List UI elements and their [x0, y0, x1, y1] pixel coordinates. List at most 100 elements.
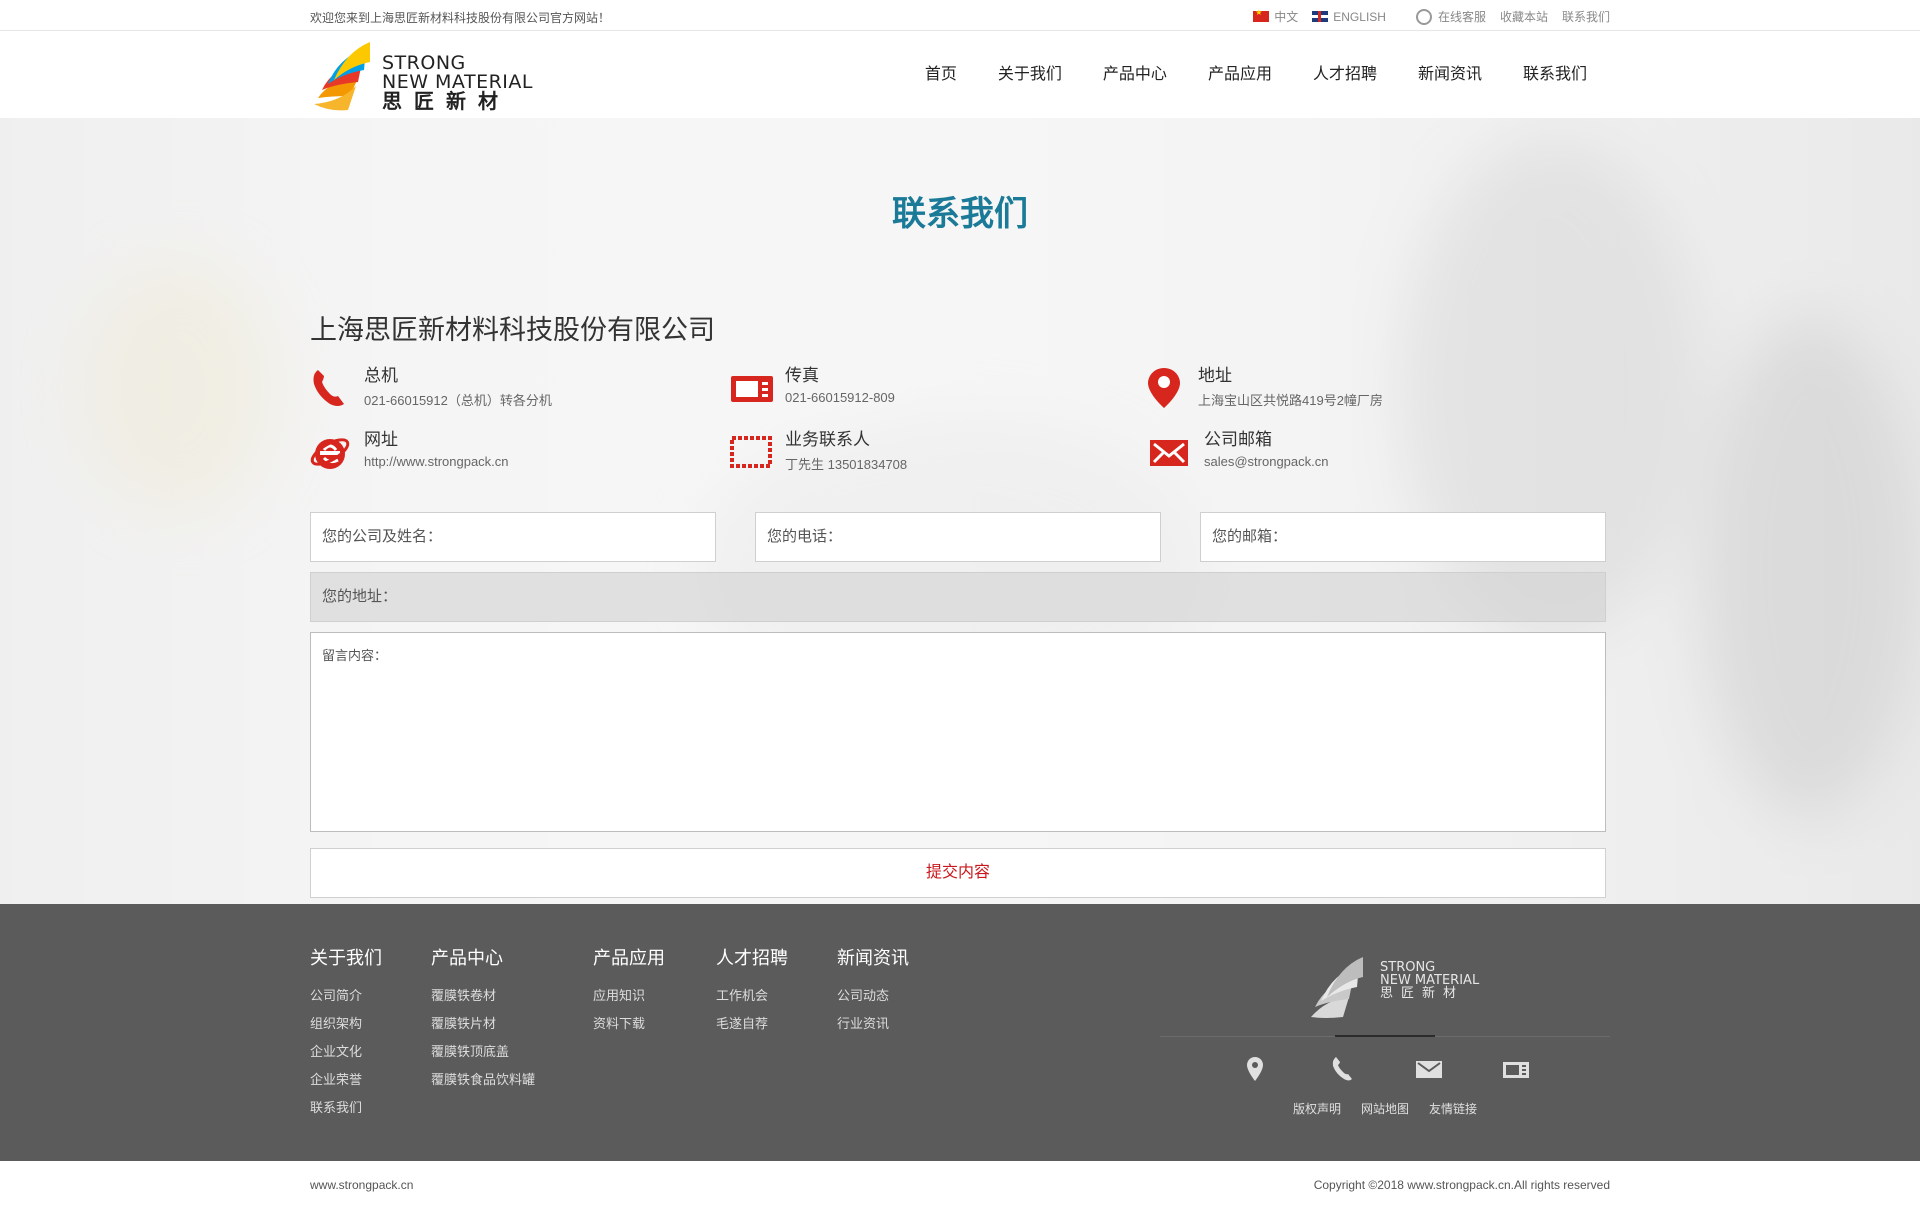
- company-name: 上海思匠新材料科技股份有限公司: [310, 315, 715, 345]
- footer-logo: STRONG NEW MATERIAL 思匠新材: [1305, 949, 1485, 1029]
- envelope-icon: [1150, 440, 1188, 466]
- phone-label: 总机: [364, 366, 398, 385]
- location-pin-icon[interactable]: [1240, 1054, 1270, 1084]
- nav-contact[interactable]: 联系我们: [1523, 60, 1587, 84]
- footer-col-title[interactable]: 新闻资讯: [837, 944, 909, 970]
- browser-e-icon: [310, 438, 350, 469]
- footer-link[interactable]: 行业资讯: [837, 1010, 909, 1038]
- bookmark-link[interactable]: 收藏本站: [1500, 8, 1548, 25]
- nav-home[interactable]: 首页: [925, 60, 957, 84]
- china-flag-icon: [1253, 8, 1270, 22]
- contact-person-value: 丁先生 13501834708: [785, 457, 908, 472]
- logo-book-icon: [314, 42, 370, 111]
- nav-about[interactable]: 关于我们: [998, 60, 1062, 84]
- bottom-bar: www.strongpack.cn Copyright ©2018 www.st…: [0, 1161, 1920, 1211]
- info-address: 地址 上海宝山区共悦路419号2幢厂房: [1142, 366, 1383, 410]
- footer-bottom-links: 版权声明 网站地图 友情链接: [1293, 1100, 1497, 1117]
- fax-icon[interactable]: [1501, 1054, 1531, 1084]
- nav-news[interactable]: 新闻资讯: [1418, 60, 1482, 84]
- top-bar: 欢迎您来到上海思匠新材料科技股份有限公司官方网站！ 中文 ENGLISH 在线客…: [0, 0, 1920, 31]
- info-contact-person: 业务联系人丁先生 13501834708: [729, 430, 907, 474]
- footer-logo-text: STRONG NEW MATERIAL 思匠新材: [1380, 961, 1479, 1000]
- logo[interactable]: STRONG NEW MATERIAL 思匠新材: [310, 40, 540, 118]
- info-fax: 传真 021-66015912-809: [729, 366, 895, 410]
- nav-products[interactable]: 产品中心: [1103, 60, 1167, 84]
- lang-en-link[interactable]: ENGLISH: [1312, 10, 1386, 24]
- location-pin-icon: [1148, 368, 1180, 408]
- contact-section: 联系我们 上海思匠新材料科技股份有限公司 总机 021-66015912（总机）转…: [0, 118, 1920, 904]
- footer-link[interactable]: 覆膜铁片材: [431, 1010, 535, 1038]
- info-phone: 总机 021-66015912（总机）转各分机: [308, 366, 552, 410]
- phone-field[interactable]: 您的电话：: [755, 512, 1161, 562]
- fax-icon: [731, 376, 773, 402]
- message-textarea[interactable]: 留言内容：: [310, 632, 1606, 832]
- footer-link[interactable]: 覆膜铁顶底盖: [431, 1038, 535, 1066]
- nav-careers[interactable]: 人才招聘: [1313, 60, 1377, 84]
- footer-col-about: 关于我们 公司简介 组织架构 企业文化 企业荣誉 联系我们: [310, 944, 382, 1122]
- footer-icons: [1240, 1054, 1588, 1084]
- fax-label: 传真: [785, 366, 819, 385]
- main-nav: 首页 关于我们 产品中心 产品应用 人才招聘 新闻资讯 联系我们: [884, 60, 1587, 84]
- email-field[interactable]: 您的邮箱：: [1200, 512, 1606, 562]
- website-value[interactable]: http://www.strongpack.cn: [364, 454, 509, 469]
- fax-value: 021-66015912-809: [785, 390, 895, 405]
- footer-link[interactable]: 工作机会: [716, 982, 788, 1010]
- footer-col-title[interactable]: 产品应用: [593, 944, 665, 970]
- footer-col-title[interactable]: 关于我们: [310, 944, 382, 970]
- footer-col-title[interactable]: 产品中心: [431, 944, 535, 970]
- footer-link[interactable]: 公司简介: [310, 982, 382, 1010]
- lang-cn-label: 中文: [1274, 10, 1299, 24]
- footer-link[interactable]: 毛遂自荐: [716, 1010, 788, 1038]
- info-website: 网址 http://www.strongpack.cn: [308, 430, 509, 474]
- phone-icon: [313, 370, 344, 406]
- lang-cn-link[interactable]: 中文: [1253, 8, 1298, 25]
- top-contact-link[interactable]: 联系我们: [1562, 8, 1610, 25]
- footer-link[interactable]: 应用知识: [593, 982, 665, 1010]
- footer-col-applications: 产品应用 应用知识 资料下载: [593, 944, 665, 1038]
- footer-col-careers: 人才招聘 工作机会 毛遂自荐: [716, 944, 788, 1038]
- footer-link[interactable]: 覆膜铁食品饮料罐: [431, 1066, 535, 1094]
- phone-value: 021-66015912（总机）转各分机: [364, 393, 552, 408]
- contact-person-label: 业务联系人: [785, 430, 870, 449]
- welcome-text: 欢迎您来到上海思匠新材料科技股份有限公司官方网站！: [310, 11, 611, 25]
- header: STRONG NEW MATERIAL 思匠新材 首页 关于我们 产品中心 产品…: [0, 32, 1920, 118]
- email-label: 公司邮箱: [1204, 430, 1272, 449]
- name-field[interactable]: 您的公司及姓名：: [310, 512, 716, 562]
- page-title: 联系我们: [892, 195, 1028, 233]
- friend-links-link[interactable]: 友情链接: [1429, 1100, 1477, 1117]
- domain-text: www.strongpack.cn: [310, 1178, 414, 1192]
- footer-link[interactable]: 企业文化: [310, 1038, 382, 1066]
- email-value[interactable]: sales@strongpack.cn: [1204, 454, 1328, 469]
- footer-link[interactable]: 联系我们: [310, 1094, 382, 1122]
- logo-line3: 思匠新材: [382, 89, 510, 113]
- logo-text: STRONG NEW MATERIAL 思匠新材: [382, 54, 533, 113]
- footer-logo-line3: 思匠新材: [1380, 986, 1465, 1001]
- lang-en-label: ENGLISH: [1333, 9, 1386, 24]
- headset-icon: [1415, 8, 1432, 25]
- submit-button[interactable]: 提交内容: [310, 848, 1606, 898]
- sitemap-link[interactable]: 网站地图: [1361, 1100, 1409, 1117]
- copyright-text: Copyright ©2018 www.strongpack.cn.All ri…: [1313, 1178, 1610, 1192]
- footer-link[interactable]: 公司动态: [837, 982, 909, 1010]
- address-value: 上海宝山区共悦路419号2幢厂房: [1198, 393, 1383, 408]
- phone-icon[interactable]: [1327, 1054, 1357, 1084]
- uk-flag-icon: [1312, 11, 1329, 22]
- footer-link[interactable]: 覆膜铁卷材: [431, 982, 535, 1010]
- footer-divider-accent: [1335, 1035, 1435, 1037]
- online-service-label: 在线客服: [1437, 10, 1486, 24]
- copyright-statement-link[interactable]: 版权声明: [1293, 1100, 1341, 1117]
- nav-applications[interactable]: 产品应用: [1208, 60, 1272, 84]
- footer: 关于我们 公司简介 组织架构 企业文化 企业荣誉 联系我们 产品中心 覆膜铁卷材…: [0, 904, 1920, 1161]
- address-field[interactable]: 您的地址：: [310, 572, 1606, 622]
- online-service-link[interactable]: 在线客服: [1415, 8, 1486, 25]
- footer-col-news: 新闻资讯 公司动态 行业资讯: [837, 944, 909, 1038]
- website-label: 网址: [364, 430, 398, 449]
- footer-link[interactable]: 企业荣誉: [310, 1066, 382, 1094]
- footer-col-products: 产品中心 覆膜铁卷材 覆膜铁片材 覆膜铁顶底盖 覆膜铁食品饮料罐: [431, 944, 535, 1094]
- footer-link[interactable]: 组织架构: [310, 1010, 382, 1038]
- footer-logo-book-icon: [1311, 957, 1363, 1018]
- envelope-icon[interactable]: [1414, 1054, 1444, 1084]
- footer-col-title[interactable]: 人才招聘: [716, 944, 788, 970]
- footer-link[interactable]: 资料下载: [593, 1010, 665, 1038]
- info-email: 公司邮箱 sales@strongpack.cn: [1148, 430, 1328, 474]
